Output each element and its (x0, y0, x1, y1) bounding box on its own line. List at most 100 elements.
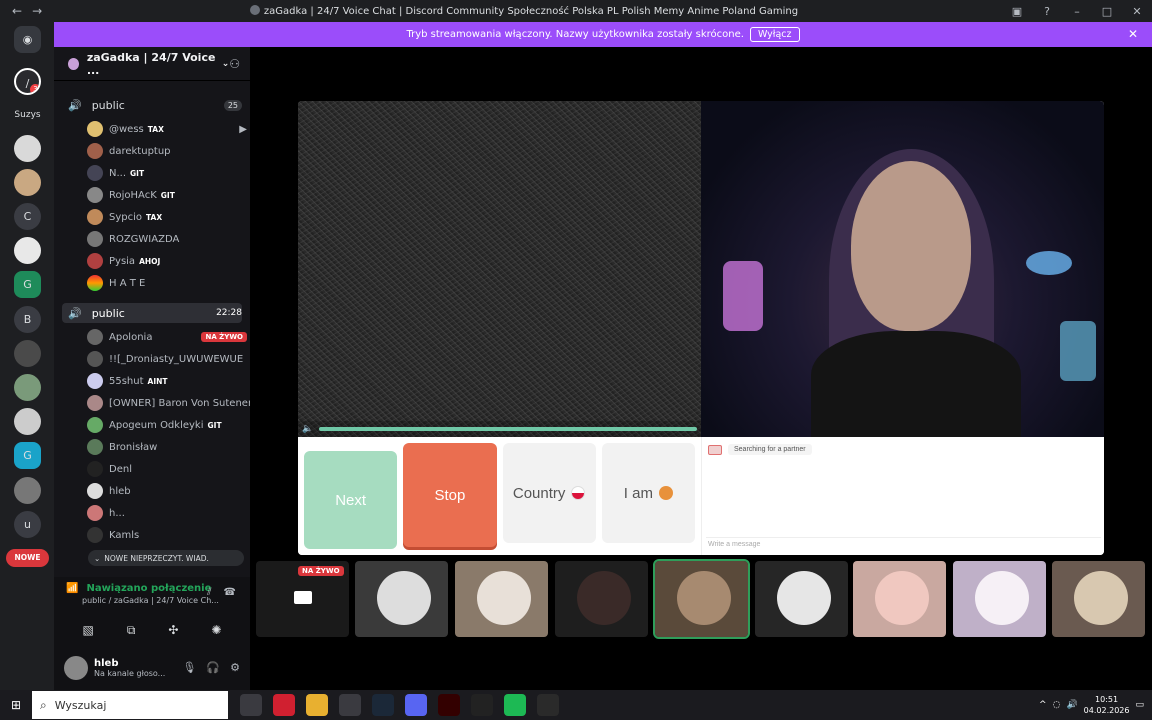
voice-user[interactable]: N... GIT (87, 163, 247, 183)
spotify-icon[interactable] (504, 694, 526, 716)
participant-tile[interactable] (1052, 561, 1145, 637)
activities-icon[interactable]: ✣ (168, 623, 178, 638)
disable-streamer-mode-button[interactable]: Wyłącz (749, 27, 800, 42)
participant-tile[interactable] (755, 561, 848, 637)
i-am-button[interactable]: I am (601, 443, 695, 543)
screen-share-icon[interactable]: ⧉ (127, 623, 136, 638)
avatar (87, 329, 103, 345)
voice-user[interactable]: h... (87, 503, 247, 523)
server-icon-4[interactable] (14, 237, 41, 264)
notifications-icon[interactable]: ▭ (1135, 700, 1144, 710)
camera-off-icon[interactable]: ▧ (82, 623, 93, 638)
voice-user[interactable]: Sypcio TAX (87, 207, 247, 227)
soundboard-icon[interactable]: ✺ (211, 623, 221, 638)
server-icon-8[interactable]: G (14, 442, 41, 469)
participant-tile[interactable] (555, 561, 648, 637)
server-icon-6[interactable] (14, 374, 41, 401)
network-icon[interactable]: ◌ (1053, 700, 1061, 710)
inbox-icon[interactable]: ▣ (1002, 5, 1032, 18)
voice-user[interactable]: Apolonia NA ŻYWO (87, 327, 247, 347)
voice-user[interactable]: [OWNER] Baron Von Sutenero (87, 393, 258, 413)
voice-user[interactable]: 55shut AINT (87, 371, 247, 391)
close-banner-icon[interactable]: ✕ (1128, 27, 1138, 41)
new-unread-badge[interactable]: NOWE (6, 549, 49, 567)
windows-start-icon[interactable]: ⊞ (0, 698, 32, 712)
server-icon-3[interactable] (14, 169, 41, 196)
participant-tile[interactable] (455, 561, 548, 637)
voice-user[interactable]: Denl (87, 459, 247, 479)
participant-tile[interactable] (355, 561, 448, 637)
server-icon-9[interactable] (14, 477, 41, 504)
server-header[interactable]: zaGadka | 24/7 Voice ... ⌄ ⚇ (54, 47, 250, 81)
server-icon-5[interactable] (14, 340, 41, 367)
volume-bar[interactable] (319, 427, 697, 431)
country-button[interactable]: Country (502, 443, 596, 543)
voice-user[interactable]: !![_Droniasty_UWUWEWUE (87, 349, 247, 369)
back-arrow-icon[interactable]: ← (12, 4, 22, 18)
maximize-icon[interactable]: □ (1092, 5, 1122, 18)
user-count: 25 (223, 99, 242, 111)
opera-icon[interactable] (273, 694, 295, 716)
voice-user[interactable]: H A T E (87, 273, 247, 293)
message-input[interactable]: Write a message (706, 537, 1101, 551)
participant-tile-stream[interactable]: NA ŻYWO (256, 561, 349, 637)
voice-user[interactable]: Kamls (87, 525, 247, 545)
voice-channel-public-1[interactable]: 🔊 public ▶ 08 25 (62, 95, 868, 431)
participant-tile[interactable] (953, 561, 1046, 637)
headphones-icon[interactable]: 🎧 (206, 661, 220, 674)
avatar[interactable] (64, 655, 88, 680)
avatar (87, 527, 103, 543)
server-icon-c[interactable]: C (14, 203, 41, 230)
taskbar-search[interactable]: ⌕ Wyszukaj (32, 691, 228, 719)
task-view-icon[interactable] (240, 694, 262, 716)
microphone-icon[interactable]: 🎙 (182, 661, 196, 674)
chrome-icon[interactable] (537, 694, 559, 716)
channel-counts: ▶ 08 25 (223, 95, 868, 431)
voice-user[interactable]: hleb (87, 481, 247, 501)
participant-tile[interactable] (853, 561, 946, 637)
settings-gear-icon[interactable]: ⚙ (230, 661, 240, 674)
voice-user[interactable]: Pysia AHOJ (87, 251, 247, 271)
voice-user[interactable]: RojoHAcK GIT (87, 185, 247, 205)
steam-icon[interactable] (372, 694, 394, 716)
noise-suppression-icon[interactable]: ⫽ (207, 587, 211, 598)
server-icon-1[interactable]: ∕ 3 (14, 68, 41, 95)
disconnect-icon[interactable]: ☎ (224, 587, 236, 598)
invite-people-icon[interactable]: ⚇ (229, 57, 240, 71)
new-unread-messages-pill[interactable]: ⌄ NOWE NIEPRZECZYT. WIAD. (88, 550, 244, 566)
avatar (975, 571, 1029, 625)
volume-slider[interactable]: 🔈 (298, 421, 701, 437)
file-explorer-icon[interactable] (306, 694, 328, 716)
illustrator-icon[interactable] (438, 694, 460, 716)
next-button[interactable]: Next (304, 451, 398, 549)
forward-arrow-icon[interactable]: → (32, 4, 42, 18)
server-icon-u[interactable]: u (14, 511, 41, 538)
speaker-tray-icon[interactable]: 🔊 (1066, 700, 1077, 710)
app-icon-2[interactable] (471, 694, 493, 716)
voice-user[interactable]: @wess TAX ▶ (87, 119, 247, 139)
tray-chevron-icon[interactable]: ^ (1039, 700, 1047, 710)
user-name: Denl (109, 463, 132, 475)
streamed-screen[interactable]: 🔈 Next Stop Country I am Searching for a… (298, 101, 1104, 555)
server-icon-b[interactable]: B (14, 306, 41, 333)
discord-home-icon[interactable]: ◉ (14, 26, 41, 53)
clock[interactable]: 10:51 04.02.2026 (1084, 694, 1130, 716)
server-folder-suzys[interactable]: Suzys (14, 102, 41, 129)
server-icon-g[interactable]: G (14, 271, 41, 298)
minimize-icon[interactable]: – (1062, 5, 1092, 18)
close-icon[interactable]: ✕ (1122, 5, 1152, 18)
participant-tile-speaking[interactable] (653, 559, 750, 639)
voice-user[interactable]: Apogeum Odkleyki GIT (87, 415, 247, 435)
help-icon[interactable]: ? (1032, 5, 1062, 18)
voice-user[interactable]: Bronisław (87, 437, 247, 457)
speaker-icon: 🔊 (68, 98, 82, 112)
avatar (87, 461, 103, 477)
voice-channel-public-2[interactable]: 🔊 public 22:28 (62, 303, 242, 323)
server-icon-2[interactable] (14, 135, 41, 162)
server-icon-7[interactable] (14, 408, 41, 435)
app-icon[interactable] (339, 694, 361, 716)
discord-icon[interactable] (405, 694, 427, 716)
voice-user[interactable]: darektuptup (87, 141, 247, 161)
stop-button[interactable]: Stop (403, 443, 497, 547)
voice-user[interactable]: ROZGWIAZDA (87, 229, 247, 249)
